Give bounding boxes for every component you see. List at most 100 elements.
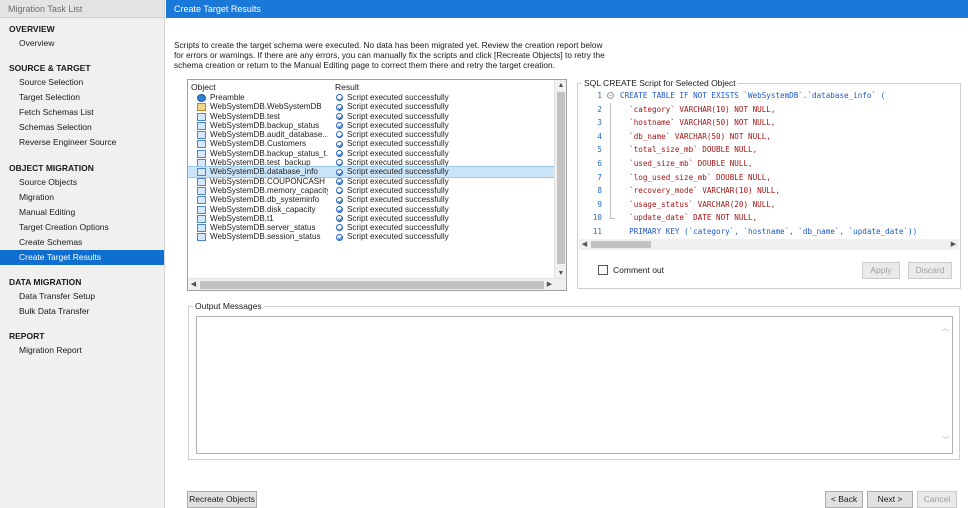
scroll-up-icon[interactable]: ︿: [939, 323, 952, 335]
code-line: 5 `total_size_mb` DOUBLE NULL,: [580, 143, 960, 157]
sidebar-item-source-selection[interactable]: Source Selection: [0, 75, 164, 90]
object-name: WebSystemDB.test_backup: [210, 158, 311, 168]
output-vertical-scrollbar[interactable]: ︿ ﹀: [939, 317, 952, 453]
sidebar-item-create-target-results[interactable]: Create Target Results: [0, 250, 164, 266]
results-list[interactable]: Object Result Preamble Script executed su…: [187, 79, 567, 291]
apply-button[interactable]: Apply: [862, 262, 900, 279]
success-check-icon: [336, 150, 343, 158]
code-text: `usage_status` VARCHAR(20) NULL,: [620, 199, 776, 209]
scroll-thumb[interactable]: [591, 241, 651, 248]
sql-horizontal-scrollbar[interactable]: ◀ ▶: [579, 239, 959, 250]
schema-icon: [197, 103, 206, 112]
object-name: WebSystemDB.server_status: [210, 223, 316, 233]
scroll-right-icon[interactable]: ▶: [948, 239, 959, 250]
next-button[interactable]: Next >: [867, 491, 913, 508]
table-row[interactable]: WebSystemDB.COUPONCASH Script executed su…: [188, 177, 555, 186]
recreate-objects-button[interactable]: Recreate Objects: [187, 491, 257, 508]
scroll-left-icon[interactable]: ◀: [579, 239, 590, 250]
table-row[interactable]: WebSystemDB.test Script executed successf…: [188, 112, 555, 121]
line-number: 3: [597, 118, 602, 128]
column-header-object[interactable]: Object: [191, 82, 216, 92]
code-line: 1− CREATE TABLE IF NOT EXISTS `WebSystemD…: [580, 89, 960, 103]
scroll-left-icon[interactable]: ◀: [188, 279, 199, 290]
scroll-right-icon[interactable]: ▶: [544, 279, 555, 290]
sql-script-group: SQL CREATE Script for Selected Object 1−…: [577, 78, 961, 289]
code-text: `total_size_mb` DOUBLE NULL,: [620, 145, 758, 155]
table-row[interactable]: WebSystemDB.test_backup Script executed s…: [188, 158, 555, 168]
table-row[interactable]: WebSystemDB.backup_status Script executed…: [188, 121, 555, 130]
results-rows: Preamble Script executed successfully WebS…: [188, 93, 556, 242]
table-row[interactable]: WebSystemDB.server_status Script executed…: [188, 223, 555, 233]
sidebar-item-source-objects[interactable]: Source Objects: [0, 175, 164, 190]
sql-script-legend: SQL CREATE Script for Selected Object: [582, 78, 738, 88]
cancel-button[interactable]: Cancel: [917, 491, 957, 508]
table-row[interactable]: WebSystemDB.Customers Script executed suc…: [188, 139, 555, 149]
result-text: Script executed successfully: [347, 120, 449, 130]
results-horizontal-scrollbar[interactable]: ◀ ▶: [188, 278, 566, 290]
result-text: Script executed successfully: [347, 148, 449, 158]
back-button[interactable]: < Back: [825, 491, 863, 508]
code-line: 2 `category` VARCHAR(10) NOT NULL,: [580, 103, 960, 117]
object-name: WebSystemDB.disk_capacity: [210, 204, 316, 214]
scroll-down-icon[interactable]: ﹀: [939, 435, 952, 447]
section-object-migration: OBJECT MIGRATION: [9, 162, 94, 173]
scroll-thumb[interactable]: [200, 281, 544, 289]
sidebar-item-reverse-engineer-source[interactable]: Reverse Engineer Source: [0, 135, 164, 150]
output-messages-group: Output Messages ︿ ﹀: [188, 301, 960, 460]
table-row[interactable]: WebSystemDB.WebSystemDB Script executed s…: [188, 102, 555, 112]
result-text: Script executed successfully: [347, 204, 449, 214]
sidebar-item-bulk-data-transfer[interactable]: Bulk Data Transfer: [0, 304, 164, 319]
output-messages-box[interactable]: ︿ ﹀: [196, 316, 953, 454]
sidebar-item-manual-editing[interactable]: Manual Editing: [0, 205, 164, 220]
sidebar-item-create-schemas[interactable]: Create Schemas: [0, 235, 164, 250]
table-row[interactable]: WebSystemDB.db_systeminfo Script executed…: [188, 195, 555, 205]
code-line: 7 `log_used_size_mb` DOUBLE NULL,: [580, 171, 960, 185]
results-header: Object Result: [188, 80, 555, 93]
table-row[interactable]: WebSystemDB.audit_database... Script exec…: [188, 130, 555, 140]
object-name: WebSystemDB.memory_capacity: [210, 185, 328, 195]
main-panel: Create Target Results Scripts to create …: [166, 0, 968, 508]
code-line: 11 PRIMARY KEY (`category`, `hostname`, …: [580, 225, 960, 239]
discard-button[interactable]: Discard: [908, 262, 952, 279]
table-row[interactable]: WebSystemDB.t1 Script executed successful…: [188, 214, 555, 223]
object-name: WebSystemDB.Customers: [210, 139, 307, 149]
scroll-up-icon[interactable]: ▲: [555, 80, 566, 91]
table-row[interactable]: WebSystemDB.session_status Script execute…: [188, 232, 555, 242]
code-line: 8 `recovery_mode` VARCHAR(10) NULL,: [580, 184, 960, 198]
table-row[interactable]: WebSystemDB.memory_capacity Script execut…: [188, 186, 555, 195]
section-overview: OVERVIEW: [9, 24, 55, 34]
sidebar-item-migration[interactable]: Migration: [0, 190, 164, 205]
table-icon: [197, 177, 206, 186]
column-header-result[interactable]: Result: [335, 82, 359, 92]
table-row[interactable]: WebSystemDB.database_info Script executed…: [188, 166, 556, 178]
line-number: 9: [597, 199, 602, 209]
sql-script-editor[interactable]: 1− CREATE TABLE IF NOT EXISTS `WebSystemD…: [580, 89, 960, 239]
sidebar-item-overview[interactable]: Overview: [0, 36, 164, 51]
sidebar-item-fetch-schemas-list[interactable]: Fetch Schemas List: [0, 105, 164, 120]
sidebar-item-target-selection[interactable]: Target Selection: [0, 90, 164, 105]
object-name: WebSystemDB.database_info: [210, 167, 318, 177]
comment-out-checkbox[interactable]: [598, 265, 608, 275]
object-name: WebSystemDB.db_systeminfo: [210, 195, 320, 205]
object-name: WebSystemDB.session_status: [210, 232, 321, 242]
code-text: CREATE TABLE IF NOT EXISTS `WebSystemDB`…: [620, 91, 886, 100]
table-row[interactable]: WebSystemDB.backup_status_t... Script exe…: [188, 149, 555, 158]
sidebar-item-data-transfer-setup[interactable]: Data Transfer Setup: [0, 289, 164, 304]
code-text: PRIMARY KEY (`category`, `hostname`, `db…: [620, 226, 918, 236]
section-report: REPORT: [9, 331, 45, 342]
result-text: Script executed successfully: [347, 158, 449, 168]
code-text: `hostname` VARCHAR(50) NOT NULL,: [620, 118, 776, 128]
code-line: 4 `db_name` VARCHAR(50) NOT NULL,: [580, 130, 960, 144]
scroll-thumb[interactable]: [557, 92, 565, 264]
sidebar-item-migration-report[interactable]: Migration Report: [0, 343, 164, 358]
sidebar-item-schemas-selection[interactable]: Schemas Selection: [0, 120, 164, 135]
line-number: 5: [597, 145, 602, 155]
results-vertical-scrollbar[interactable]: ▲ ▼: [554, 80, 566, 279]
table-row[interactable]: WebSystemDB.disk_capacity Script executed…: [188, 205, 555, 214]
table-icon: [197, 159, 206, 168]
fold-toggle-icon[interactable]: −: [607, 92, 614, 99]
migration-task-sidebar: Migration Task List OVERVIEW Overview SO…: [0, 0, 165, 508]
result-text: Script executed successfully: [347, 185, 449, 195]
sidebar-item-target-creation-options[interactable]: Target Creation Options: [0, 220, 164, 235]
table-row[interactable]: Preamble Script executed successfully: [188, 93, 555, 102]
